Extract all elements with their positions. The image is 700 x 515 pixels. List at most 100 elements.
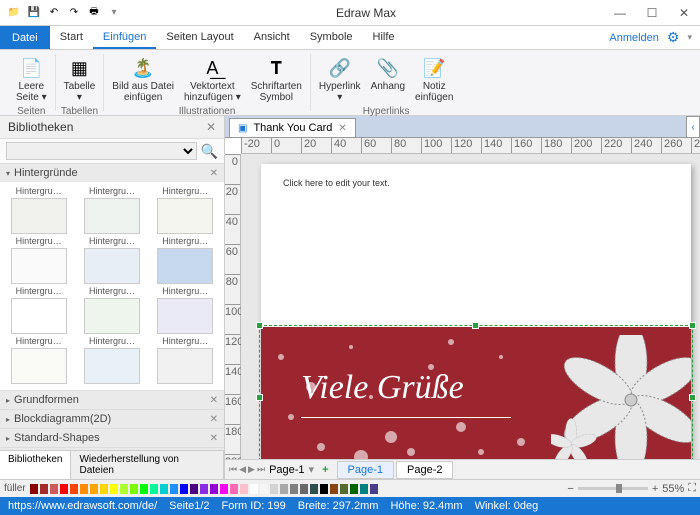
expand-panel-icon[interactable]: ‹ <box>686 116 700 138</box>
color-swatch[interactable] <box>170 484 178 494</box>
library-tab-1[interactable]: Wiederherstellung von Dateien <box>71 451 224 479</box>
color-swatch[interactable] <box>160 484 168 494</box>
minimize-button[interactable]: ― <box>604 0 636 26</box>
gear-icon[interactable]: ⚙ <box>667 29 680 46</box>
redo-icon[interactable]: ↷ <box>66 5 82 21</box>
color-swatch[interactable] <box>360 484 368 494</box>
ribbon-schriftarten[interactable]: 𝐓SchriftartenSymbol <box>247 54 306 105</box>
close-icon[interactable]: ✕ <box>210 168 218 179</box>
maximize-button[interactable]: ☐ <box>636 0 668 26</box>
section-hintergründe[interactable]: ▾Hintergründe✕ <box>0 164 224 182</box>
collapse-ribbon-icon[interactable]: ▾ <box>687 32 692 43</box>
color-swatch[interactable] <box>280 484 288 494</box>
section-blockdiagramm(2d)[interactable]: ▸Blockdiagramm(2D)✕ <box>0 410 224 428</box>
color-swatch[interactable] <box>30 484 38 494</box>
undo-icon[interactable]: ↶ <box>46 5 62 21</box>
menu-start[interactable]: Start <box>50 27 93 49</box>
color-swatch[interactable] <box>100 484 108 494</box>
library-tab-0[interactable]: Bibliotheken <box>0 451 71 479</box>
color-swatch[interactable] <box>320 484 328 494</box>
color-swatch[interactable] <box>330 484 338 494</box>
ribbon-bild-aus-datei[interactable]: 🏝️Bild aus Dateieinfügen <box>108 54 178 105</box>
folder-icon[interactable]: 📁 <box>6 5 22 21</box>
color-swatch[interactable] <box>200 484 208 494</box>
color-swatch[interactable] <box>270 484 278 494</box>
page-tab-Page-1[interactable]: Page-1 <box>337 461 394 479</box>
ribbon-anhang[interactable]: 📎Anhang <box>367 54 409 105</box>
background-thumb[interactable]: Hintergru… <box>4 336 73 384</box>
print-icon[interactable]: 🖶 <box>86 5 102 21</box>
banner-text[interactable]: Viele Grüße <box>301 369 464 407</box>
section-standard-shapes[interactable]: ▸Standard-Shapes✕ <box>0 429 224 447</box>
color-swatch[interactable] <box>340 484 348 494</box>
background-thumb[interactable]: Hintergru… <box>151 286 220 334</box>
close-icon[interactable]: ✕ <box>206 120 216 134</box>
banner-shape[interactable]: Viele Grüße <box>261 327 691 459</box>
add-page-button[interactable]: + <box>318 464 332 476</box>
signin-link[interactable]: Anmelden <box>609 32 659 44</box>
menu-symbole[interactable]: Symbole <box>300 27 363 49</box>
color-swatch[interactable] <box>310 484 318 494</box>
ribbon-tabelle[interactable]: ▦Tabelle▾ <box>60 54 100 105</box>
color-swatch[interactable] <box>180 484 188 494</box>
close-icon[interactable]: ✕ <box>210 433 218 444</box>
ribbon-hyperlink[interactable]: 🔗Hyperlink▾ <box>315 54 365 105</box>
background-thumb[interactable]: Hintergru… <box>4 236 73 284</box>
fullscreen-icon[interactable]: ⛶ <box>688 482 696 495</box>
save-icon[interactable]: 💾 <box>26 5 42 21</box>
color-swatch[interactable] <box>250 484 258 494</box>
color-swatch[interactable] <box>150 484 158 494</box>
color-swatch[interactable] <box>210 484 218 494</box>
background-thumb[interactable]: Hintergru… <box>4 186 73 234</box>
background-thumb[interactable]: Hintergru… <box>77 286 146 334</box>
color-swatch[interactable] <box>220 484 228 494</box>
color-swatch[interactable] <box>110 484 118 494</box>
color-swatch[interactable] <box>300 484 308 494</box>
section-grundformen[interactable]: ▸Grundformen✕ <box>0 391 224 409</box>
color-swatch[interactable] <box>370 484 378 494</box>
background-thumb[interactable]: Hintergru… <box>77 186 146 234</box>
color-swatch[interactable] <box>230 484 238 494</box>
close-button[interactable]: ✕ <box>668 0 700 26</box>
background-thumb[interactable]: Hintergru… <box>77 236 146 284</box>
flower-graphic[interactable] <box>551 335 691 459</box>
more-icon[interactable]: ▾ <box>106 5 122 21</box>
placeholder-text[interactable]: Click here to edit your text. <box>283 178 390 188</box>
menu-hilfe[interactable]: Hilfe <box>363 27 405 49</box>
color-swatch[interactable] <box>350 484 358 494</box>
color-swatch[interactable] <box>140 484 148 494</box>
page-tab-Page-2[interactable]: Page-2 <box>396 461 453 479</box>
color-swatch[interactable] <box>50 484 58 494</box>
color-swatch[interactable] <box>40 484 48 494</box>
ribbon-vektortext[interactable]: A͟Vektortexthinzufügen ▾ <box>180 54 245 105</box>
menu-ansicht[interactable]: Ansicht <box>244 27 300 49</box>
color-swatch[interactable] <box>290 484 298 494</box>
zoom-control[interactable]: −+55%⛶ <box>567 482 696 495</box>
background-thumb[interactable]: Hintergru… <box>151 236 220 284</box>
close-icon[interactable]: ✕ <box>210 414 218 425</box>
color-swatch[interactable] <box>260 484 268 494</box>
search-icon[interactable]: 🔍 <box>201 143 218 160</box>
close-icon[interactable]: ✕ <box>338 123 346 134</box>
color-swatch[interactable] <box>70 484 78 494</box>
color-swatch[interactable] <box>120 484 128 494</box>
background-thumb[interactable]: Hintergru… <box>4 286 73 334</box>
page[interactable]: Click here to edit your text. Viele <box>261 164 691 459</box>
menu-einfügen[interactable]: Einfügen <box>93 27 156 49</box>
ribbon-notiz[interactable]: 📝Notizeinfügen <box>411 54 457 105</box>
menu-file[interactable]: Datei <box>0 26 50 49</box>
color-swatch[interactable] <box>90 484 98 494</box>
ribbon-leere[interactable]: 📄LeereSeite ▾ <box>12 54 51 105</box>
menu-seiten-layout[interactable]: Seiten Layout <box>156 27 243 49</box>
color-swatch[interactable] <box>80 484 88 494</box>
color-swatch[interactable] <box>60 484 68 494</box>
close-icon[interactable]: ✕ <box>210 395 218 406</box>
page-nav[interactable]: ⏮◀▶⏭ <box>229 464 265 475</box>
background-thumb[interactable]: Hintergru… <box>77 336 146 384</box>
background-thumb[interactable]: Hintergru… <box>151 336 220 384</box>
canvas[interactable]: Click here to edit your text. Viele <box>241 154 700 459</box>
color-swatch[interactable] <box>190 484 198 494</box>
background-thumb[interactable]: Hintergru… <box>151 186 220 234</box>
color-swatch[interactable] <box>130 484 138 494</box>
library-search-select[interactable] <box>6 142 197 160</box>
